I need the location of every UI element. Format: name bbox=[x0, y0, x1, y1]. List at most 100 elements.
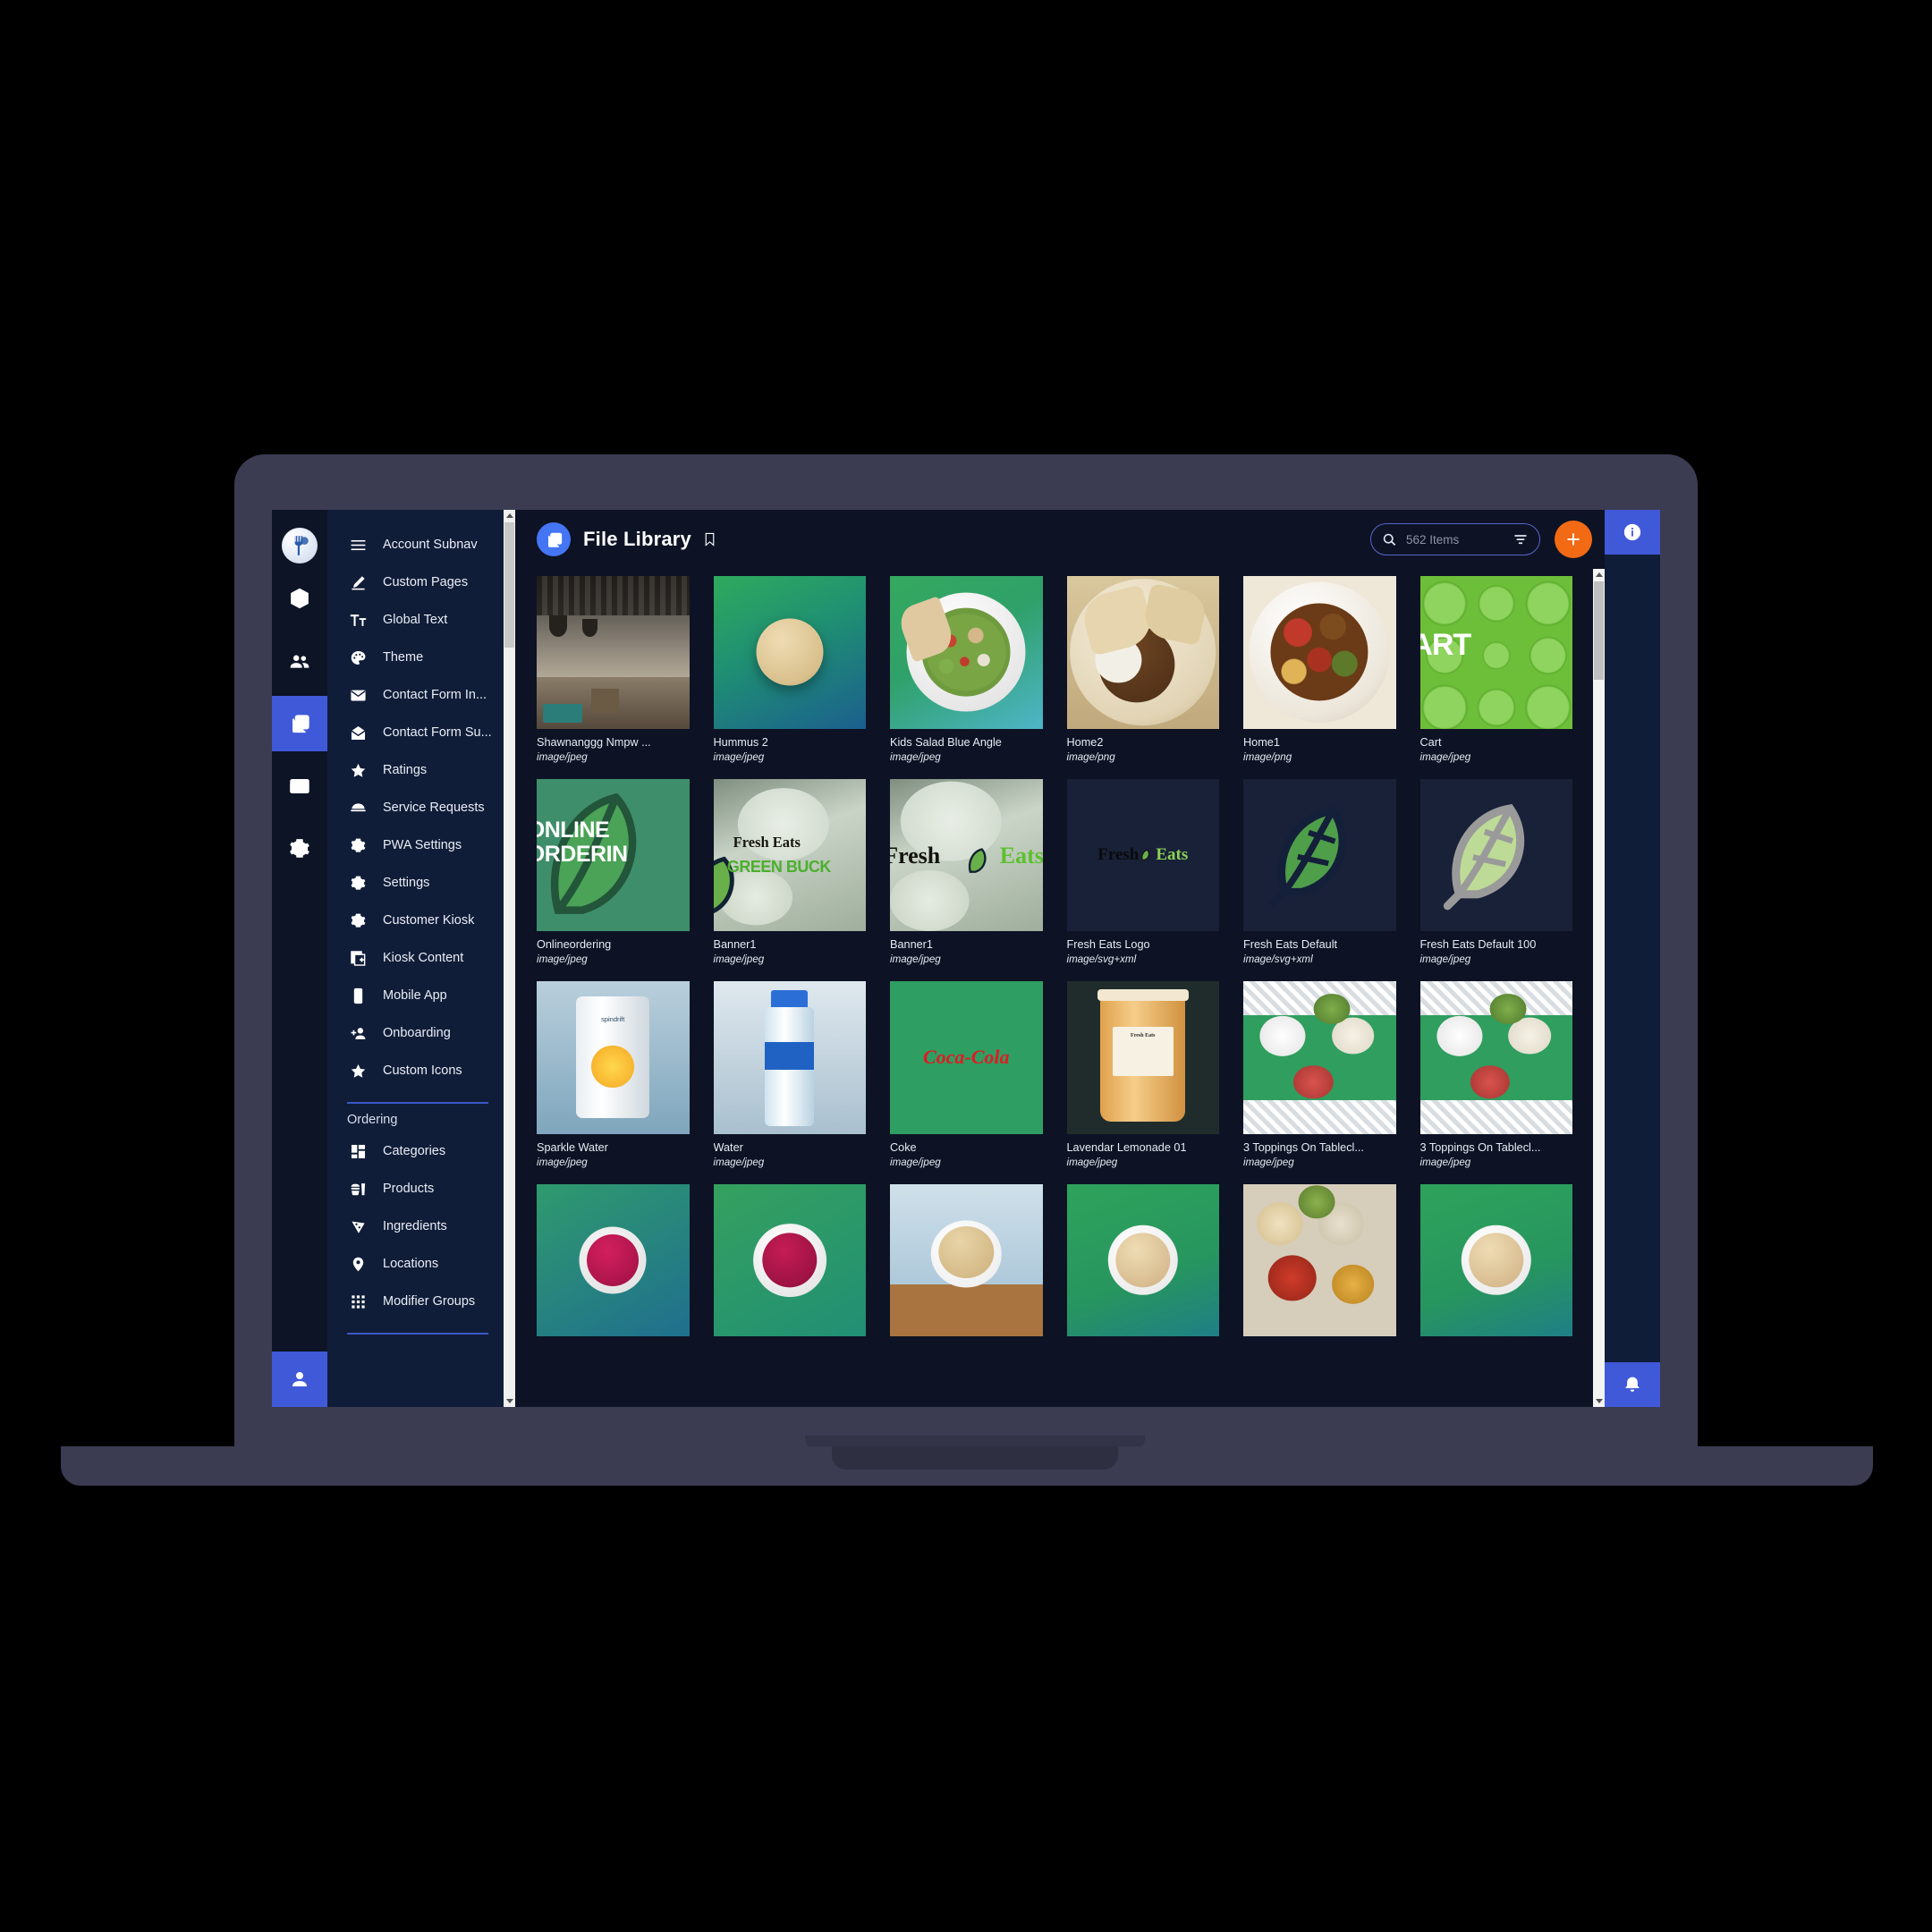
sidebar-item-ingredients[interactable]: Ingredients bbox=[327, 1208, 508, 1245]
scrollbar-thumb[interactable] bbox=[1594, 581, 1604, 680]
file-tile[interactable]: Water image/jpeg bbox=[713, 981, 866, 1168]
salad-bowl-photo bbox=[890, 576, 1043, 729]
file-tile[interactable] bbox=[890, 1183, 1043, 1347]
sidebar-item-contact-form-inbox[interactable]: Contact Form In... bbox=[327, 676, 508, 714]
sidebar-item-modifier-groups[interactable]: Modifier Groups bbox=[327, 1283, 508, 1320]
file-thumbnail[interactable] bbox=[713, 1183, 866, 1336]
file-thumbnail[interactable]: ART bbox=[1419, 576, 1572, 729]
file-tile[interactable]: ART Cart image/jpeg bbox=[1419, 576, 1572, 763]
file-thumbnail[interactable] bbox=[1419, 981, 1572, 1134]
sidebar-item-label: PWA Settings bbox=[383, 838, 462, 852]
file-thumbnail[interactable] bbox=[537, 1183, 690, 1336]
file-tile[interactable]: Coca-Cola Coke image/jpeg bbox=[890, 981, 1043, 1168]
sidebar-item-label: Settings bbox=[383, 876, 430, 890]
sidebar-item-service-requests[interactable]: Service Requests bbox=[327, 789, 508, 826]
sidebar-item-ratings[interactable]: Ratings bbox=[327, 751, 508, 789]
file-thumbnail[interactable]: Coca-Cola bbox=[890, 981, 1043, 1134]
file-tile[interactable] bbox=[1243, 1183, 1396, 1347]
file-tile[interactable]: Fresh Eats Lavendar Lemonade 01 image/jp… bbox=[1066, 981, 1219, 1168]
file-thumbnail[interactable] bbox=[1243, 981, 1396, 1134]
file-thumbnail[interactable] bbox=[890, 1183, 1043, 1336]
file-type: image/jpeg bbox=[1419, 1156, 1471, 1168]
scroll-down-arrow-icon[interactable] bbox=[504, 1395, 515, 1407]
sidebar-item-kiosk-content[interactable]: Kiosk Content bbox=[327, 939, 508, 977]
file-thumbnail[interactable] bbox=[1419, 1183, 1572, 1336]
file-thumbnail[interactable]: Fresh Eats bbox=[1066, 981, 1219, 1134]
file-tile[interactable]: 3 Toppings On Tablecl... image/jpeg bbox=[1419, 981, 1572, 1168]
sidebar-item-global-text[interactable]: Global Text bbox=[327, 601, 508, 639]
rail-item-cube[interactable] bbox=[272, 571, 327, 626]
text-format-icon bbox=[347, 609, 369, 631]
sidebar-item-settings[interactable]: Settings bbox=[327, 864, 508, 902]
file-thumbnail[interactable]: spindrift bbox=[537, 981, 690, 1134]
sidebar-item-custom-icons[interactable]: Custom Icons bbox=[327, 1052, 508, 1089]
notification-bell-icon[interactable] bbox=[1605, 1362, 1660, 1407]
file-tile[interactable]: Fresh Eats Default 100 image/jpeg bbox=[1419, 778, 1573, 965]
file-tile[interactable]: Hummus 2 image/jpeg bbox=[713, 576, 866, 763]
file-thumbnail[interactable] bbox=[890, 576, 1043, 729]
file-thumbnail[interactable]: ONLINE ORDERIN bbox=[537, 778, 690, 931]
rail-item-settings[interactable] bbox=[272, 821, 327, 877]
scroll-down-arrow-icon[interactable] bbox=[1593, 1395, 1605, 1407]
sidebar-item-theme[interactable]: Theme bbox=[327, 639, 508, 676]
subnav-scrollbar[interactable] bbox=[504, 510, 515, 1407]
file-tile[interactable]: Fresh Eats Fresh Eats Logo image/svg+xml bbox=[1066, 778, 1219, 965]
file-thumbnail[interactable] bbox=[1066, 1183, 1219, 1336]
rail-item-user-profile[interactable] bbox=[272, 1352, 327, 1407]
file-tile[interactable]: Home1 image/png bbox=[1243, 576, 1396, 763]
file-thumbnail[interactable]: Fresh Eats GREEN BUCK bbox=[713, 778, 866, 931]
file-thumbnail[interactable] bbox=[1419, 778, 1573, 932]
sidebar-item-onboarding[interactable]: Onboarding bbox=[327, 1014, 508, 1052]
burger-drink-icon bbox=[347, 1178, 369, 1199]
sidebar-item-label: Custom Pages bbox=[383, 575, 469, 589]
file-tile[interactable] bbox=[1419, 1183, 1572, 1347]
sidebar-item-customer-kiosk[interactable]: Customer Kiosk bbox=[327, 902, 508, 939]
search-input[interactable]: 562 Items bbox=[1370, 523, 1540, 555]
sidebar-item-contact-form-submissions[interactable]: Contact Form Su... bbox=[327, 714, 508, 751]
file-tile[interactable]: Home2 image/png bbox=[1066, 576, 1219, 763]
info-icon[interactable] bbox=[1605, 510, 1660, 555]
file-thumbnail[interactable] bbox=[537, 576, 690, 729]
file-tile[interactable]: Kids Salad Blue Angle image/jpeg bbox=[890, 576, 1043, 763]
fork-circle-logo-icon[interactable] bbox=[282, 528, 318, 564]
file-tile[interactable] bbox=[1066, 1183, 1219, 1347]
main-scrollbar[interactable] bbox=[1593, 569, 1605, 1407]
file-thumbnail[interactable] bbox=[1066, 576, 1219, 729]
file-tile[interactable]: Fresh Eats GREEN BUCK Banner1 image/jpeg bbox=[713, 778, 866, 965]
file-thumbnail[interactable]: Fresh Eats bbox=[890, 778, 1043, 931]
file-thumbnail[interactable]: Fresh Eats bbox=[1066, 778, 1219, 931]
file-tile[interactable] bbox=[537, 1183, 690, 1347]
rail-item-people[interactable] bbox=[272, 633, 327, 689]
file-tile[interactable]: ONLINE ORDERIN Onlineordering image/jpeg bbox=[537, 778, 690, 965]
file-thumbnail[interactable] bbox=[1243, 1183, 1396, 1336]
file-tile[interactable]: 3 Toppings On Tablecl... image/jpeg bbox=[1243, 981, 1396, 1168]
scroll-up-arrow-icon[interactable] bbox=[1593, 569, 1605, 580]
file-tile[interactable] bbox=[713, 1183, 866, 1347]
sidebar-item-account-subnav[interactable]: Account Subnav bbox=[327, 526, 508, 564]
add-file-button[interactable]: + bbox=[1555, 521, 1592, 558]
scroll-up-arrow-icon[interactable] bbox=[504, 510, 515, 521]
rail-item-media-library[interactable] bbox=[272, 696, 327, 751]
file-thumbnail[interactable] bbox=[1243, 778, 1396, 931]
filter-icon[interactable] bbox=[1513, 531, 1529, 547]
sidebar-item-label: Custom Icons bbox=[383, 1063, 462, 1078]
file-tile[interactable]: spindrift Sparkle Water image/jpeg bbox=[537, 981, 690, 1168]
file-tile[interactable]: Fresh Eats Default image/svg+xml bbox=[1243, 778, 1396, 965]
bookmark-icon[interactable] bbox=[702, 530, 717, 548]
file-thumbnail[interactable] bbox=[713, 981, 866, 1134]
sidebar-item-categories[interactable]: Categories bbox=[327, 1132, 508, 1170]
sidebar-item-label: Account Subnav bbox=[383, 538, 478, 552]
file-tile[interactable]: Shawnanggg Nmpw ... image/jpeg bbox=[537, 576, 690, 763]
sidebar-item-locations[interactable]: Locations bbox=[327, 1245, 508, 1283]
rail-item-layout[interactable] bbox=[272, 758, 327, 814]
file-tile[interactable]: Fresh Eats Banner1 image/jpeg bbox=[890, 778, 1043, 965]
sidebar-item-products[interactable]: Products bbox=[327, 1170, 508, 1208]
sidebar-item-pwa-settings[interactable]: PWA Settings bbox=[327, 826, 508, 864]
file-thumbnail[interactable] bbox=[1243, 576, 1396, 729]
leaf-logo-white bbox=[1420, 779, 1573, 932]
sidebar-item-custom-pages[interactable]: Custom Pages bbox=[327, 564, 508, 601]
file-type: image/png bbox=[1243, 750, 1292, 763]
sidebar-item-mobile-app[interactable]: Mobile App bbox=[327, 977, 508, 1014]
file-thumbnail[interactable] bbox=[713, 576, 866, 729]
scrollbar-thumb[interactable] bbox=[504, 522, 514, 648]
